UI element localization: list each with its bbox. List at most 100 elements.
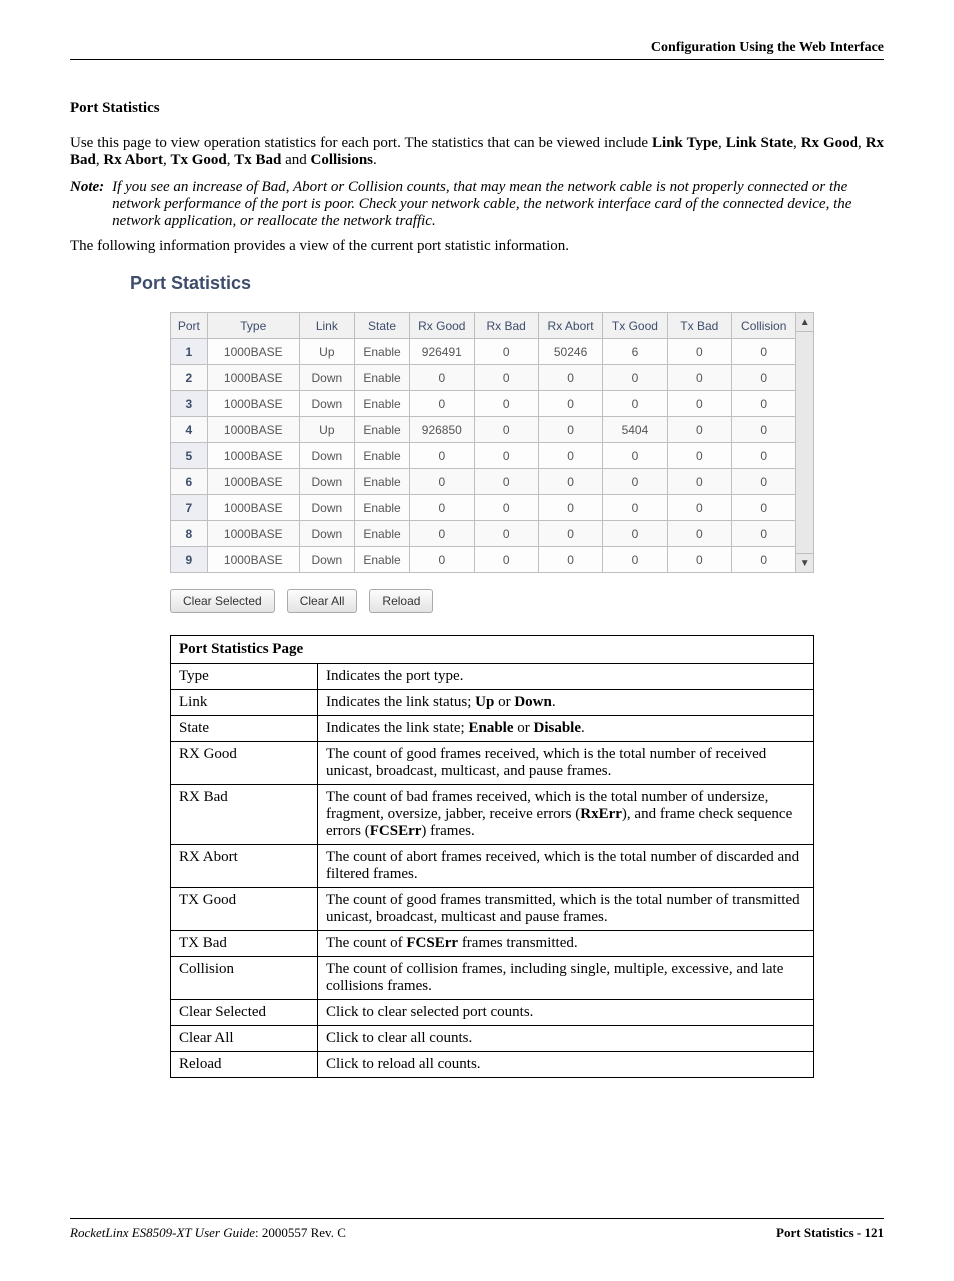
port-cell: 7	[171, 495, 208, 521]
desc-row: TypeIndicates the port type.	[171, 664, 814, 690]
port-statistics-table: PortTypeLinkStateRx GoodRx BadRx AbortTx…	[170, 312, 796, 573]
data-cell: Down	[299, 443, 354, 469]
data-cell: 0	[410, 391, 474, 417]
footer-left: RocketLinx ES8509-XT User Guide: 2000557…	[70, 1225, 346, 1241]
table-row[interactable]: 21000BASEDownEnable000000	[171, 365, 796, 391]
data-cell: 0	[667, 469, 731, 495]
table-scrollbar[interactable]: ▲ ▼	[796, 312, 814, 573]
desc-text: The count of bad frames received, which …	[318, 785, 814, 845]
description-table: Port Statistics Page TypeIndicates the p…	[170, 635, 814, 1078]
port-cell: 4	[171, 417, 208, 443]
data-cell: 1000BASE	[207, 495, 299, 521]
scroll-up-icon[interactable]: ▲	[796, 313, 813, 332]
data-cell: Enable	[354, 339, 409, 365]
clear-selected-button[interactable]: Clear Selected	[170, 589, 275, 613]
column-header[interactable]: Type	[207, 313, 299, 339]
desc-text: Click to reload all counts.	[318, 1052, 814, 1078]
table-row[interactable]: 51000BASEDownEnable000000	[171, 443, 796, 469]
data-cell: 1000BASE	[207, 443, 299, 469]
desc-text: Click to clear selected port counts.	[318, 1000, 814, 1026]
port-cell: 9	[171, 547, 208, 573]
desc-text: Click to clear all counts.	[318, 1026, 814, 1052]
data-cell: 0	[538, 391, 602, 417]
data-cell: Enable	[354, 391, 409, 417]
data-cell: 0	[538, 417, 602, 443]
reload-button[interactable]: Reload	[369, 589, 433, 613]
desc-label: RX Good	[171, 742, 318, 785]
note-block: Note: If you see an increase of Bad, Abo…	[70, 179, 884, 230]
data-cell: 0	[538, 521, 602, 547]
data-cell: 1000BASE	[207, 365, 299, 391]
data-cell: 6	[603, 339, 667, 365]
desc-text: The count of good frames transmitted, wh…	[318, 888, 814, 931]
data-cell: 0	[474, 547, 538, 573]
table-row[interactable]: 91000BASEDownEnable000000	[171, 547, 796, 573]
data-cell: Enable	[354, 365, 409, 391]
desc-text: Indicates the link status; Up or Down.	[318, 690, 814, 716]
clear-all-button[interactable]: Clear All	[287, 589, 358, 613]
port-cell: 6	[171, 469, 208, 495]
table-row[interactable]: 11000BASEUpEnable926491050246600	[171, 339, 796, 365]
data-cell: 0	[732, 495, 796, 521]
data-cell: Up	[299, 417, 354, 443]
scroll-track[interactable]	[796, 332, 813, 553]
data-cell: 0	[538, 547, 602, 573]
data-cell: 0	[603, 391, 667, 417]
data-cell: 0	[603, 365, 667, 391]
desc-row: RX AbortThe count of abort frames receiv…	[171, 845, 814, 888]
data-cell: 0	[410, 469, 474, 495]
table-row[interactable]: 41000BASEUpEnable92685000540400	[171, 417, 796, 443]
note-body: If you see an increase of Bad, Abort or …	[112, 179, 884, 230]
note-label: Note:	[70, 179, 104, 230]
panel-title: Port Statistics	[130, 273, 884, 294]
data-cell: 0	[474, 495, 538, 521]
data-cell: 0	[474, 417, 538, 443]
column-header[interactable]: Rx Abort	[538, 313, 602, 339]
column-header[interactable]: Tx Bad	[667, 313, 731, 339]
data-cell: Enable	[354, 521, 409, 547]
column-header[interactable]: Collision	[732, 313, 796, 339]
column-header[interactable]: State	[354, 313, 409, 339]
scroll-down-icon[interactable]: ▼	[796, 553, 813, 572]
data-cell: 0	[538, 495, 602, 521]
data-cell: Enable	[354, 417, 409, 443]
port-cell: 2	[171, 365, 208, 391]
data-cell: 0	[410, 547, 474, 573]
data-cell: 5404	[603, 417, 667, 443]
data-cell: Down	[299, 495, 354, 521]
column-header[interactable]: Rx Bad	[474, 313, 538, 339]
data-cell: Down	[299, 469, 354, 495]
data-cell: 0	[667, 443, 731, 469]
column-header[interactable]: Link	[299, 313, 354, 339]
table-row[interactable]: 31000BASEDownEnable000000	[171, 391, 796, 417]
column-header[interactable]: Tx Good	[603, 313, 667, 339]
desc-row: CollisionThe count of collision frames, …	[171, 957, 814, 1000]
data-cell: 1000BASE	[207, 469, 299, 495]
column-header[interactable]: Rx Good	[410, 313, 474, 339]
data-cell: 0	[474, 391, 538, 417]
data-cell: 0	[732, 469, 796, 495]
data-cell: 0	[410, 443, 474, 469]
desc-label: Clear Selected	[171, 1000, 318, 1026]
data-cell: 1000BASE	[207, 417, 299, 443]
data-cell: 0	[603, 443, 667, 469]
data-cell: Up	[299, 339, 354, 365]
intro-paragraph-2: The following information provides a vie…	[70, 238, 884, 255]
desc-text: The count of abort frames received, whic…	[318, 845, 814, 888]
table-row[interactable]: 71000BASEDownEnable000000	[171, 495, 796, 521]
section-heading: Port Statistics	[70, 100, 884, 117]
data-cell: 0	[474, 339, 538, 365]
table-row[interactable]: 81000BASEDownEnable000000	[171, 521, 796, 547]
column-header[interactable]: Port	[171, 313, 208, 339]
data-cell: 0	[410, 521, 474, 547]
data-cell: 0	[667, 521, 731, 547]
desc-row: LinkIndicates the link status; Up or Dow…	[171, 690, 814, 716]
data-cell: Down	[299, 547, 354, 573]
port-cell: 5	[171, 443, 208, 469]
port-cell: 1	[171, 339, 208, 365]
table-row[interactable]: 61000BASEDownEnable000000	[171, 469, 796, 495]
desc-label: Reload	[171, 1052, 318, 1078]
data-cell: 0	[732, 521, 796, 547]
footer-right: Port Statistics - 121	[776, 1225, 884, 1241]
data-cell: Enable	[354, 469, 409, 495]
